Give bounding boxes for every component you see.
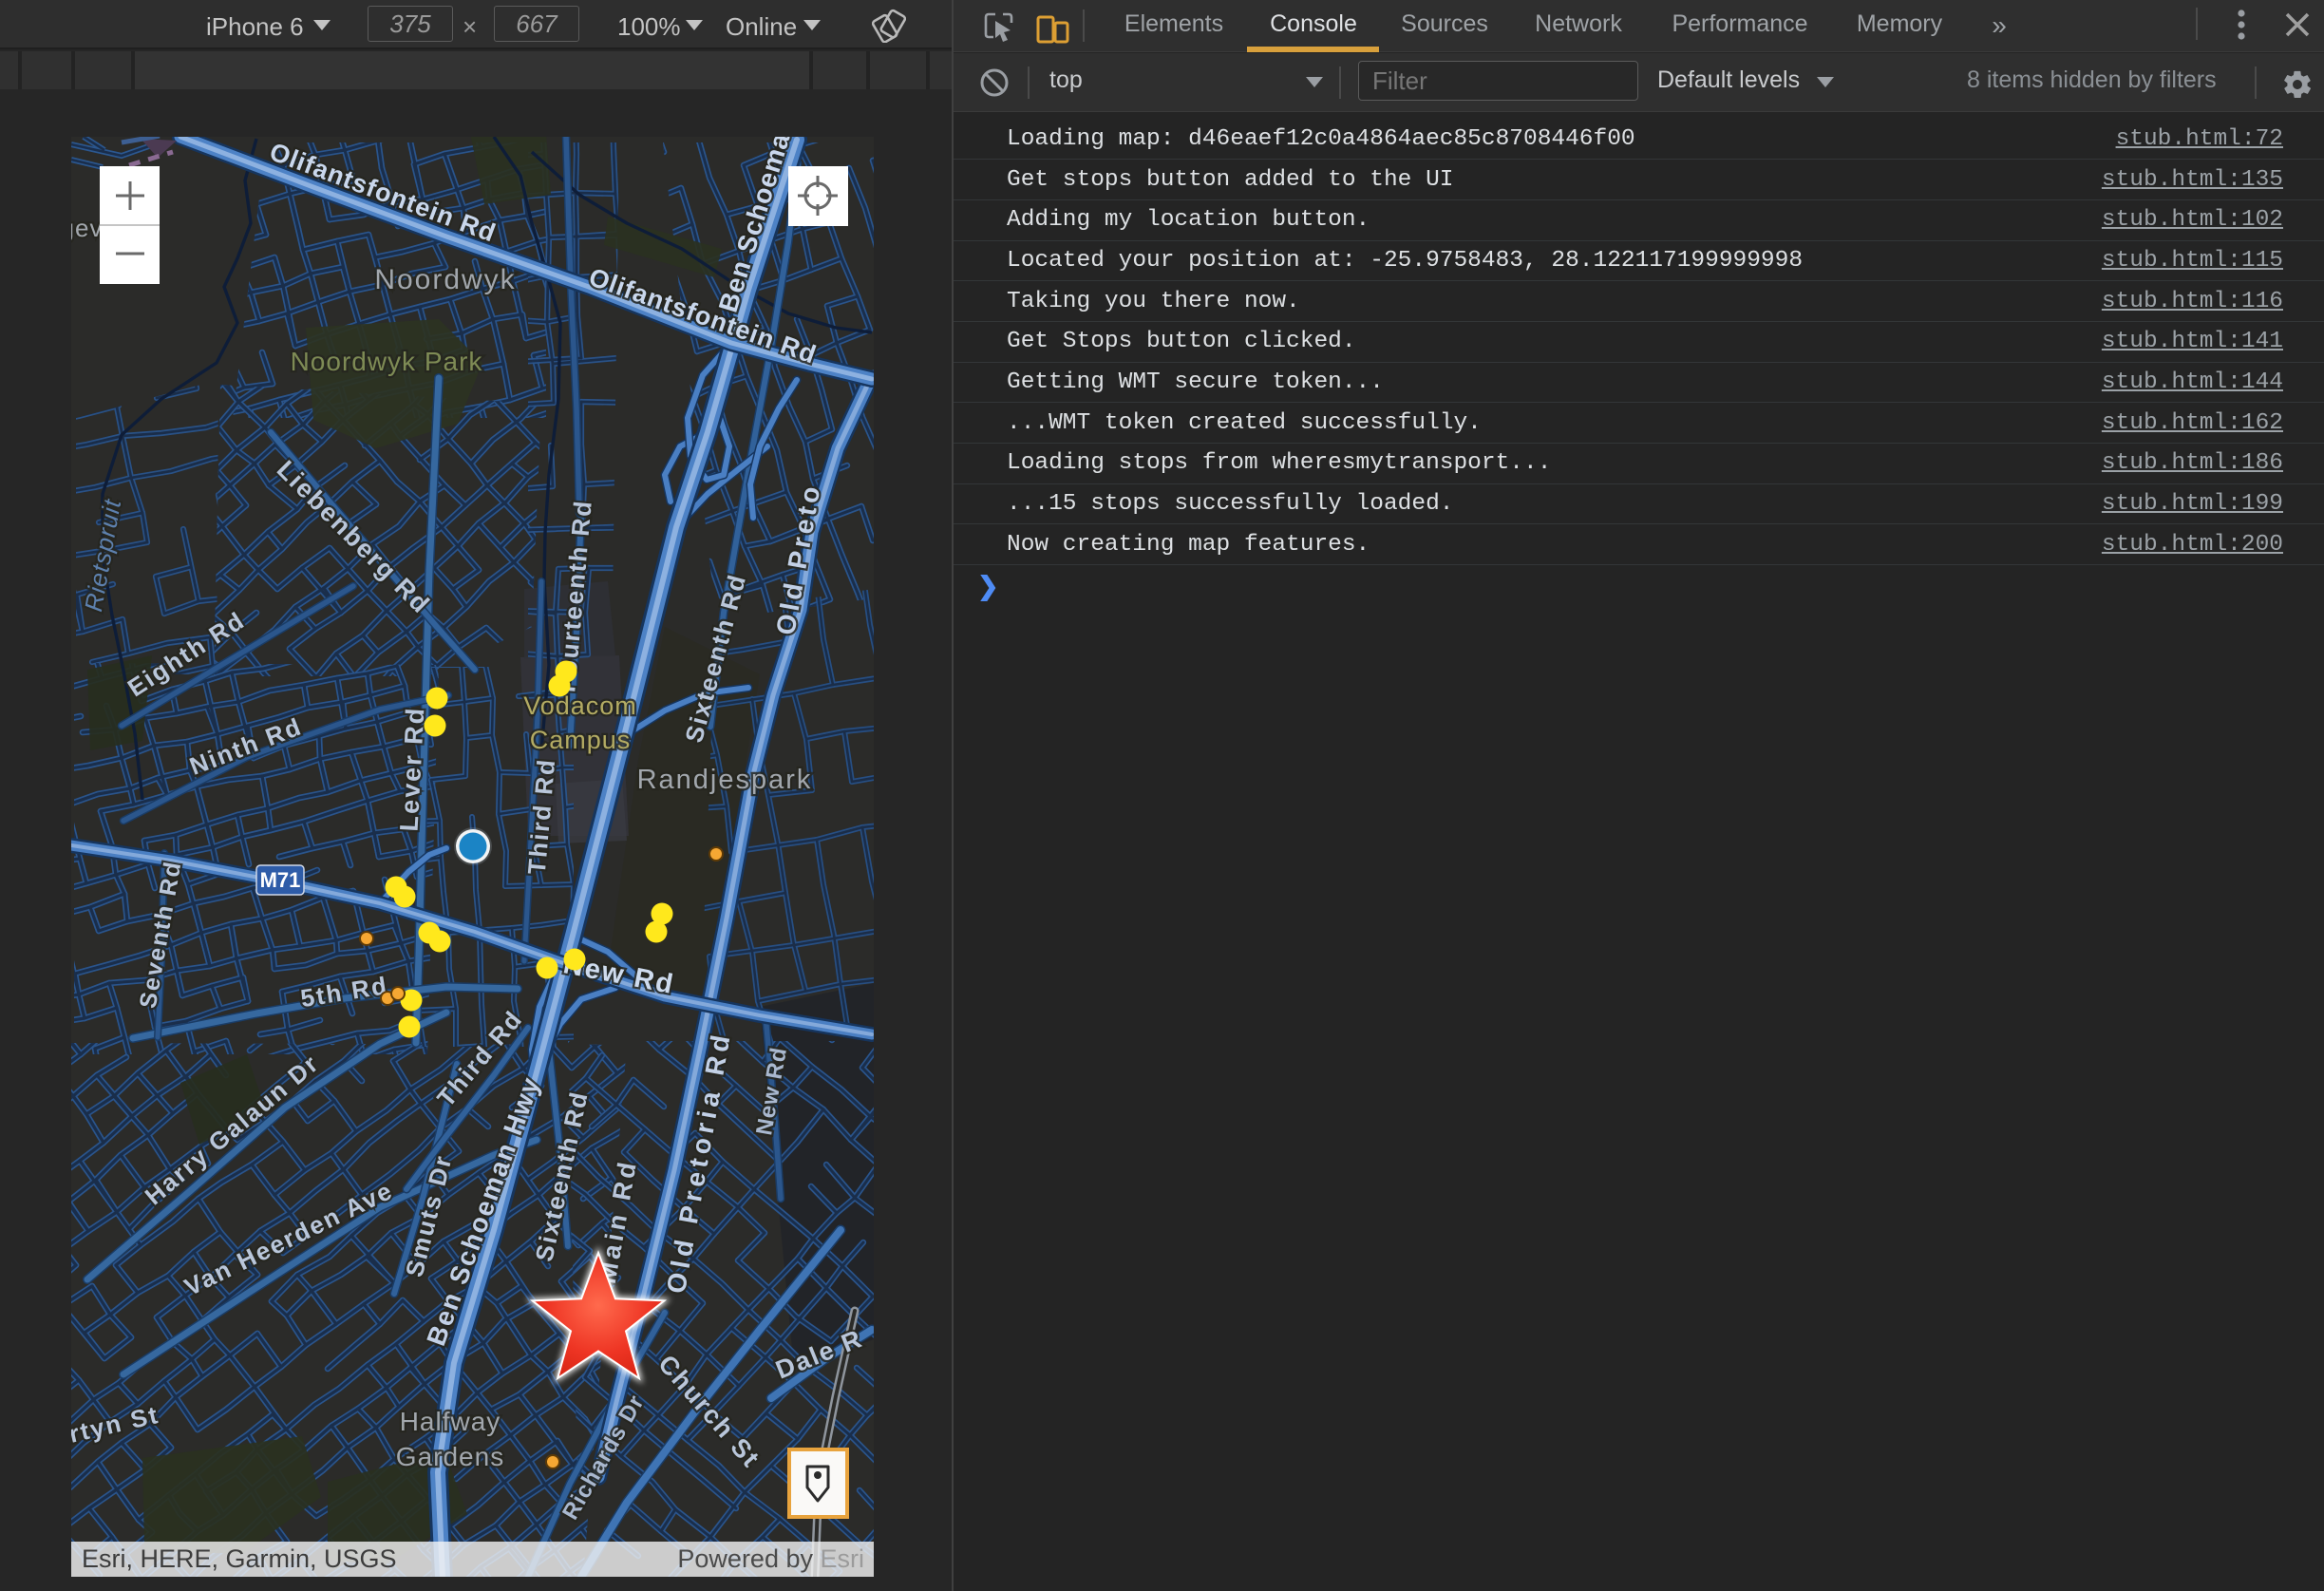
svg-text:Randjespark: Randjespark [637,765,813,795]
svg-text:Noordwyk: Noordwyk [374,264,516,295]
svg-text:Vodacom: Vodacom [523,691,637,720]
svg-text:gev: gev [71,214,103,242]
svg-text:M71: M71 [260,868,301,892]
svg-text:Halfway: Halfway [400,1407,501,1436]
svg-text:Gardens: Gardens [396,1442,504,1471]
svg-text:Campus: Campus [530,726,632,754]
svg-text:Noordwyk Park: Noordwyk Park [291,347,483,376]
